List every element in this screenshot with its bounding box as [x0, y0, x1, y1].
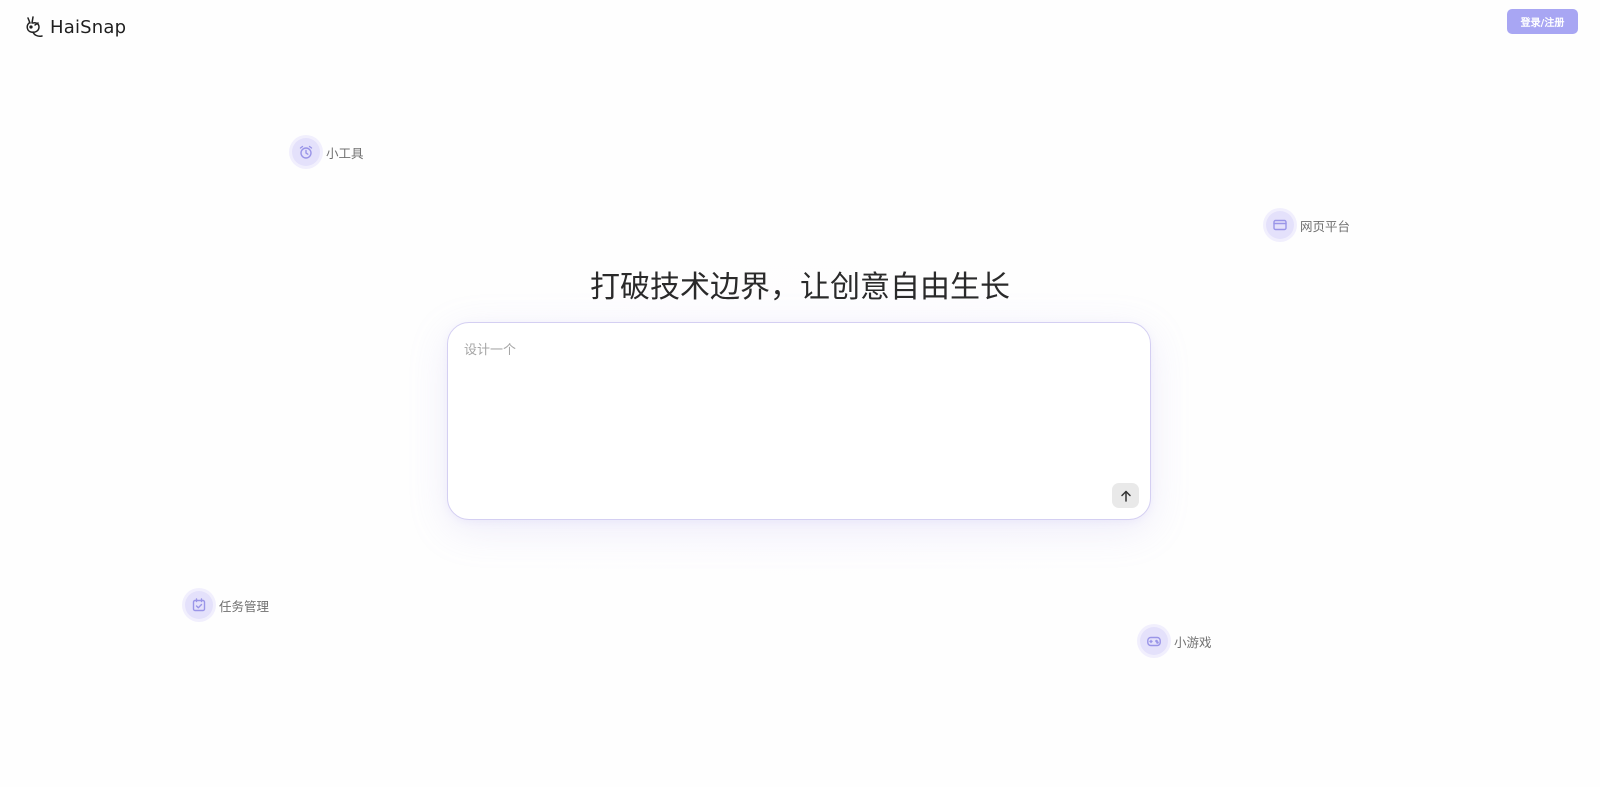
logo[interactable]: HaiSnap: [24, 14, 126, 40]
prompt-box: [447, 322, 1151, 520]
cat-logo-icon: [26, 16, 43, 37]
prompt-input[interactable]: [464, 339, 1124, 469]
alarm-clock-icon: [292, 138, 320, 166]
category-chip-task-management[interactable]: 任务管理: [185, 591, 269, 619]
gamepad-icon: [1140, 627, 1168, 655]
arrow-up-icon: [1120, 490, 1131, 502]
login-register-button[interactable]: 登录/注册: [1507, 9, 1578, 34]
category-chip-tools[interactable]: 小工具: [292, 138, 364, 166]
page: HaiSnap 登录/注册 小工具 网页平台 任务管理 小游戏 打破技术边界，让…: [0, 0, 1600, 787]
category-chip-web-platform[interactable]: 网页平台: [1266, 211, 1350, 239]
category-label: 小游戏: [1174, 634, 1212, 650]
category-label: 网页平台: [1300, 218, 1351, 234]
category-chip-mini-games[interactable]: 小游戏: [1140, 627, 1212, 655]
page-title: 打破技术边界，让创意自由生长: [590, 270, 1010, 305]
category-label: 任务管理: [219, 598, 270, 614]
browser-window-icon: [1266, 211, 1294, 239]
category-label: 小工具: [326, 145, 364, 161]
calendar-check-icon: [185, 591, 213, 619]
brand-name: HaiSnap: [50, 16, 127, 38]
send-button[interactable]: [1112, 483, 1139, 508]
